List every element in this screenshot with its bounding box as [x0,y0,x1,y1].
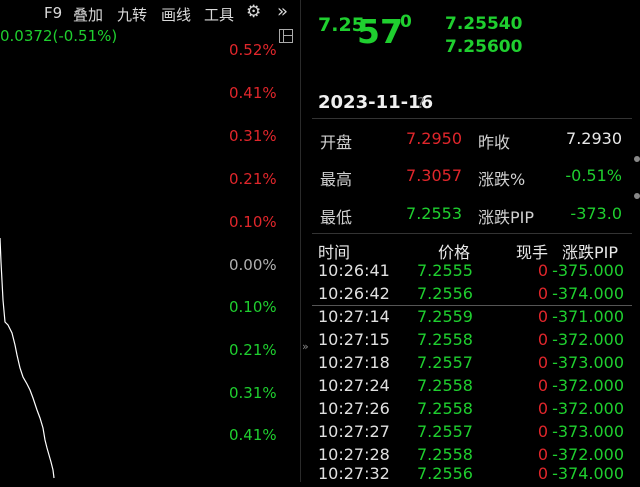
trade-price: 7.2558 [417,445,473,464]
low-value: 7.2553 [406,204,462,223]
trade-price: 7.2559 [417,307,473,326]
prev-close-value: 7.2930 [566,129,622,148]
minute-separator [312,305,632,306]
trade-price: 7.2557 [417,353,473,372]
trade-time: 10:27:27 [318,422,390,441]
table-row[interactable]: 10:26:41 7.2555 0 -375.000 [312,261,632,284]
pct-label: 0.10% [229,213,277,231]
price-fraction: 0 [400,12,412,32]
col-header-time: 时间 [318,243,351,262]
trade-time: 10:27:28 [318,445,390,464]
pct-label: 0.31% [229,127,277,145]
pct-label: 0.52% [229,41,277,59]
scroll-indicator[interactable] [634,193,640,199]
trade-price: 7.2558 [417,330,473,349]
table-row[interactable]: 10:27:32 7.2556 0 -374.000 [312,464,632,487]
pct-label: 0.31% [229,384,277,402]
prev-close-label: 昨收 [478,133,511,152]
trade-pip: -374.000 [552,464,624,483]
trade-pip: -374.000 [552,284,624,303]
trade-time: 10:27:26 [318,399,390,418]
help-icon[interactable]: ? [417,94,425,112]
trade-volume: 0 [537,399,548,418]
table-row[interactable]: 10:27:27 7.2557 0 -373.000 [312,422,632,445]
table-row[interactable]: 10:27:15 7.2558 0 -372.000 [312,330,632,353]
trade-price: 7.2557 [417,422,473,441]
trade-pip: -372.000 [552,376,624,395]
panel-divider[interactable] [300,0,301,482]
trade-volume: 0 [537,330,548,349]
trade-pip: -375.000 [552,261,624,280]
pct-label: 0.00% [229,256,277,274]
trade-volume: 0 [537,353,548,372]
price-main: 57 [357,12,403,51]
trade-time: 10:26:42 [318,284,390,303]
trade-pip: -373.000 [552,422,624,441]
expand-chevron-icon[interactable]: » [302,340,309,353]
trade-pip: -373.000 [552,353,624,372]
table-row[interactable]: 10:26:42 7.2556 0 -374.000 [312,284,632,307]
high-value: 7.3057 [406,166,462,185]
pct-label: 0.10% [229,298,277,316]
col-header-volume: 现手 [516,243,549,262]
trade-time: 10:27:15 [318,330,390,349]
trade-time: 10:27:18 [318,353,390,372]
trade-volume: 0 [537,307,548,326]
table-row[interactable]: 10:27:24 7.2558 0 -372.000 [312,376,632,399]
table-row[interactable]: 10:27:14 7.2559 0 -371.000 [312,307,632,330]
trade-time: 10:26:41 [318,261,390,280]
low-label: 最低 [320,208,353,227]
trade-volume: 0 [537,464,548,483]
trade-pip: -372.000 [552,399,624,418]
trade-pip: -372.000 [552,445,624,464]
table-row[interactable]: 10:27:18 7.2557 0 -373.000 [312,353,632,376]
trade-price: 7.2558 [417,376,473,395]
high-label: 最高 [320,170,353,189]
ask-price: 7.25600 [445,37,523,57]
trade-pip: -371.000 [552,307,624,326]
change-pct-value: -0.51% [565,166,622,185]
scroll-indicator[interactable] [634,156,640,162]
trade-volume: 0 [537,376,548,395]
divider [312,118,632,119]
trade-time: 10:27:14 [318,307,390,326]
trade-volume: 0 [537,284,548,303]
trade-date: 2023-11-16 [318,92,434,113]
change-pct-label: 涨跌% [478,170,526,189]
pct-label: 0.41% [229,84,277,102]
price-line [0,237,55,479]
trade-price: 7.2558 [417,399,473,418]
trade-time: 10:27:24 [318,376,390,395]
trade-volume: 0 [537,261,548,280]
trade-price: 7.2556 [417,464,473,483]
open-value: 7.2950 [406,129,462,148]
col-header-pip: 涨跌PIP [562,243,619,262]
pct-label: 0.41% [229,426,277,444]
pct-label: 0.21% [229,341,277,359]
trade-time: 10:27:32 [318,464,390,483]
trade-volume: 0 [537,445,548,464]
trade-pip: -372.000 [552,330,624,349]
pct-label: 0.21% [229,170,277,188]
divider [312,233,632,234]
change-pip-value: -373.0 [570,204,622,223]
trade-price: 7.2555 [417,261,473,280]
col-header-price: 价格 [438,243,471,262]
intraday-chart[interactable] [0,0,300,482]
trade-price: 7.2556 [417,284,473,303]
quote-panel: 7.25 57 0 7.25540 7.25600 2023-11-16 ? 开… [312,0,640,483]
change-pip-label: 涨跌PIP [478,208,535,227]
table-row[interactable]: 10:27:26 7.2558 0 -372.000 [312,399,632,422]
trade-volume: 0 [537,422,548,441]
bid-price: 7.25540 [445,14,523,34]
open-label: 开盘 [320,133,353,152]
